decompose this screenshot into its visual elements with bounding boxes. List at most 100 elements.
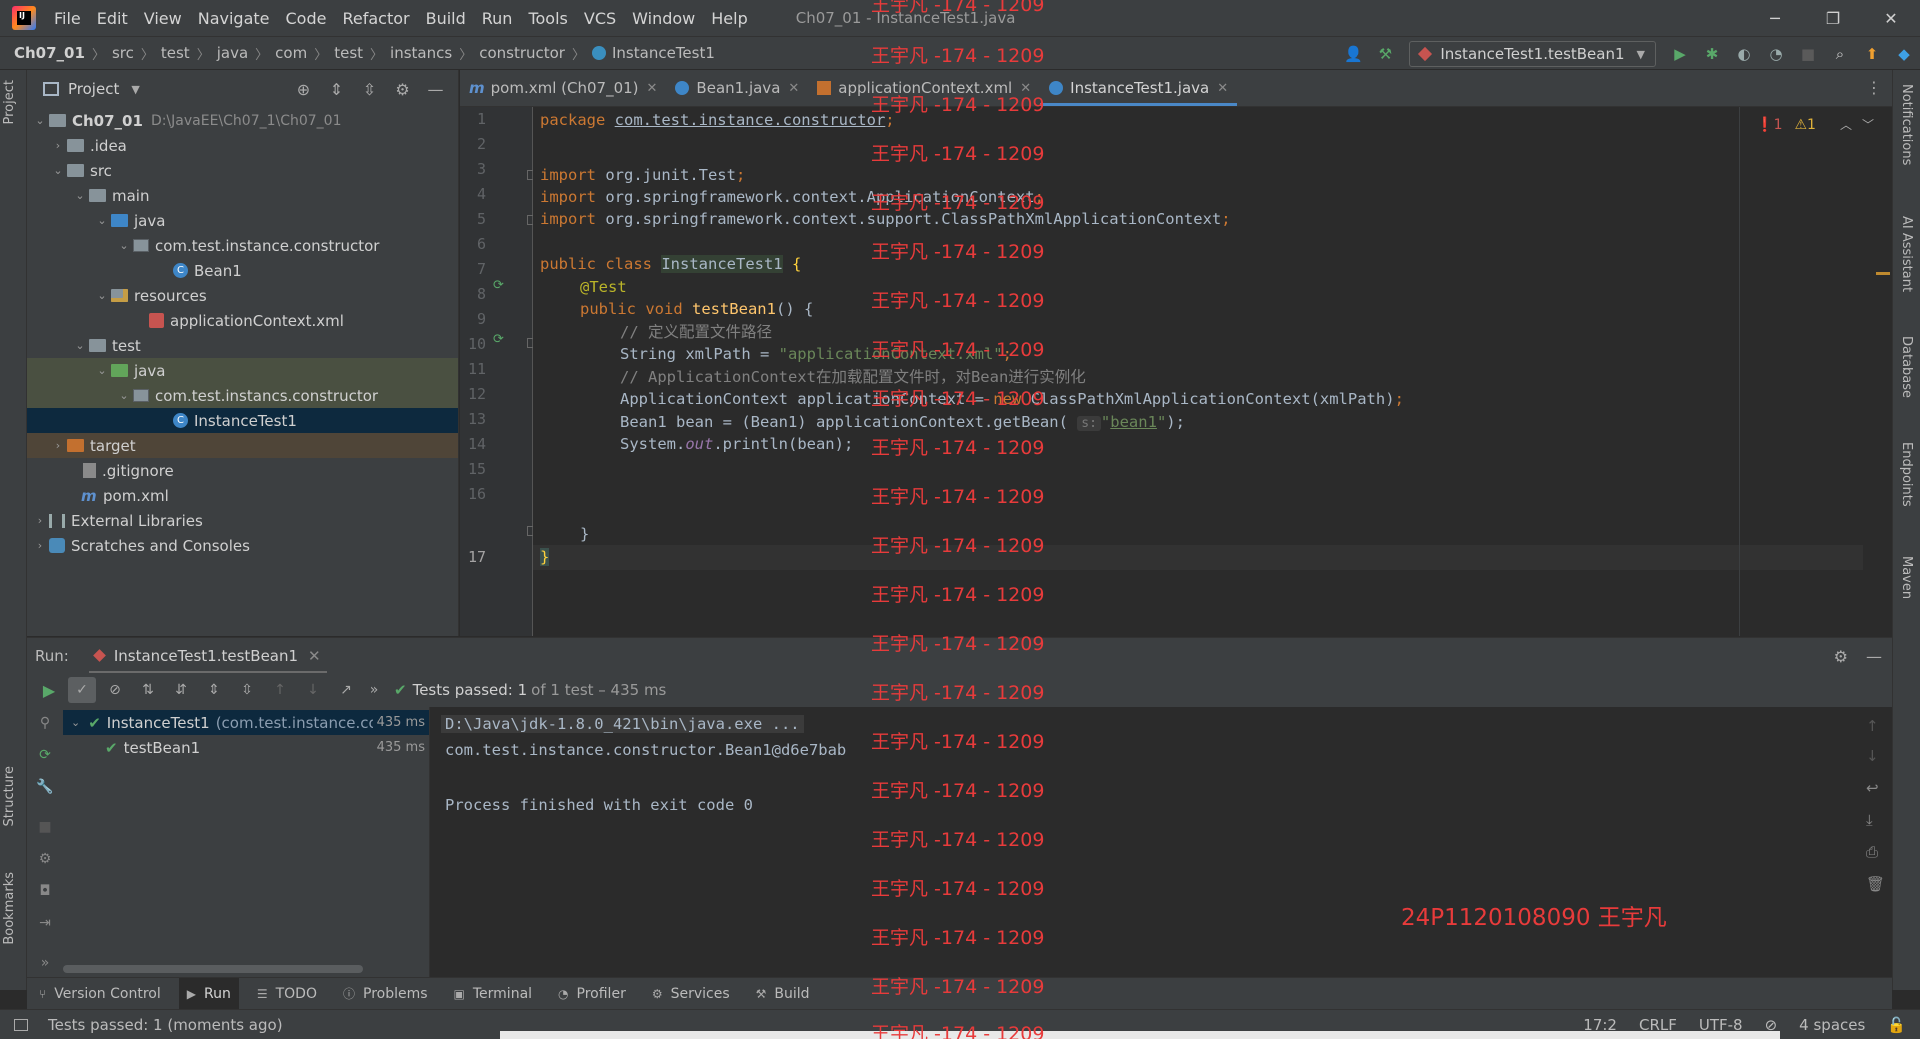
lock-icon[interactable]: 🔓 [1887, 1016, 1906, 1034]
structure-tool-tab[interactable]: Structure [2, 766, 17, 826]
stop-icon[interactable]: ■ [1794, 40, 1822, 68]
breadcrumb-item[interactable]: constructor [479, 44, 565, 62]
breadcrumb-item[interactable]: com [275, 44, 307, 62]
locate-icon[interactable]: ⊕ [287, 80, 320, 99]
tool-version-control[interactable]: ⑂ Version Control [39, 978, 161, 1010]
menu-view[interactable]: View [144, 9, 182, 28]
menu-build[interactable]: Build [426, 9, 466, 28]
more-icon[interactable]: » [36, 955, 54, 973]
tool-build[interactable]: ⚒ Build [756, 978, 810, 1010]
expand-all-icon[interactable]: ⇕ [200, 677, 228, 703]
tree-item-main-java[interactable]: ⌄ java [27, 208, 458, 233]
menu-tools[interactable]: Tools [528, 9, 567, 28]
breadcrumb-item[interactable]: InstanceTest1 [612, 44, 715, 62]
debug-icon[interactable]: ✱ [1698, 40, 1726, 68]
status-message[interactable]: Tests passed: 1 (moments ago) [48, 1016, 283, 1034]
breadcrumb-item[interactable]: instancs [390, 44, 452, 62]
menu-help[interactable]: Help [711, 9, 747, 28]
trash-icon[interactable]: 🗑 [1866, 875, 1885, 893]
tree-item-scratches[interactable]: › Scratches and Consoles [27, 533, 458, 558]
scrollbar-warning-marker[interactable] [1876, 272, 1890, 275]
arrow-down-icon[interactable]: ↓ [1866, 747, 1879, 765]
user-icon[interactable]: 👤 [1339, 40, 1367, 68]
endpoints-tool-tab[interactable]: Endpoints [1899, 442, 1914, 507]
arrow-down-icon[interactable]: ↓ [299, 677, 327, 703]
menu-edit[interactable]: Edit [97, 9, 128, 28]
profile-icon[interactable]: ◔ [1762, 40, 1790, 68]
pin-icon[interactable]: ⚲ [36, 715, 54, 733]
tree-item-target[interactable]: › target [27, 433, 458, 458]
menu-vcs[interactable]: VCS [584, 9, 616, 28]
more-vertical-icon[interactable]: ⋮ [1866, 78, 1882, 97]
print-icon[interactable]: ⎙ [1866, 843, 1878, 861]
run-test-class-icon[interactable]: ⟳ [493, 278, 509, 294]
expand-all-icon[interactable]: ⇕ [320, 80, 353, 99]
restore-button[interactable]: ❐ [1804, 0, 1862, 36]
code-editor[interactable]: package com.test.instance.constructor; i… [533, 107, 1863, 636]
jetbrains-ai-icon[interactable]: ◆ [1890, 40, 1918, 68]
menu-code[interactable]: Code [286, 9, 327, 28]
chevron-down-icon[interactable]: ▼ [131, 83, 139, 96]
menu-file[interactable]: File [54, 9, 81, 28]
wrench-icon[interactable]: 🔧 [36, 779, 54, 797]
maven-tool-tab[interactable]: Maven [1899, 556, 1914, 599]
soft-wrap-icon[interactable]: ↩ [1866, 779, 1879, 797]
search-icon[interactable]: ⌕ [1826, 40, 1854, 68]
tree-item-test-java[interactable]: ⌄ java [27, 358, 458, 383]
arrow-up-icon[interactable]: ↑ [266, 677, 294, 703]
console-output[interactable]: D:\Java\jdk-1.8.0_421\bin\java.exe ... c… [430, 707, 1855, 977]
panel-toggle-icon[interactable] [14, 1019, 28, 1031]
indent-setting[interactable]: 4 spaces [1799, 1016, 1865, 1034]
horizontal-scrollbar[interactable] [63, 965, 363, 973]
tree-item-root[interactable]: ⌄ Ch07_01 D:\JavaEE\Ch07_1\Ch07_01 [27, 108, 458, 133]
close-window-button[interactable]: ✕ [1862, 0, 1920, 36]
scroll-to-end-icon[interactable]: ⤓ [1866, 811, 1873, 829]
menu-refactor[interactable]: Refactor [342, 9, 409, 28]
settings-icon[interactable]: ⚙ [36, 851, 54, 869]
gear-icon[interactable]: ⚙ [1834, 647, 1848, 666]
tree-item-idea[interactable]: › .idea [27, 133, 458, 158]
exit-icon[interactable]: ⇥ [36, 915, 54, 933]
show-passed-icon[interactable]: ✓ [68, 677, 96, 703]
tree-item-main[interactable]: ⌄ main [27, 183, 458, 208]
chevron-up-icon[interactable]: ︿ [1840, 116, 1852, 133]
tree-item-main-package[interactable]: ⌄ com.test.instance.constructor [27, 233, 458, 258]
rerun-failed-icon[interactable]: ⟳ [36, 747, 54, 765]
bookmarks-tool-tab[interactable]: Bookmarks [2, 872, 17, 945]
sort-alpha-icon[interactable]: ⇅ [134, 677, 162, 703]
arrow-up-icon[interactable]: ↑ [1866, 717, 1879, 735]
hide-icon[interactable]: — [1866, 647, 1882, 666]
menu-window[interactable]: Window [632, 9, 695, 28]
tab-application-context-xml[interactable]: applicationContext.xml ✕ [808, 70, 1040, 106]
show-ignored-icon[interactable]: ⊘ [101, 677, 129, 703]
tree-item-external-libraries[interactable]: › External Libraries [27, 508, 458, 533]
tool-terminal[interactable]: ▣ Terminal [454, 978, 533, 1010]
gear-icon[interactable]: ⚙ [386, 80, 419, 99]
breadcrumb-item[interactable]: java [217, 44, 248, 62]
menu-navigate[interactable]: Navigate [198, 9, 270, 28]
tool-services[interactable]: ⚙ Services [652, 978, 730, 1010]
breadcrumb-item[interactable]: test [161, 44, 190, 62]
collapse-all-icon[interactable]: ⇳ [233, 677, 261, 703]
tool-todo[interactable]: ☰ TODO [257, 978, 317, 1010]
update-icon[interactable]: ⬆ [1858, 40, 1886, 68]
close-icon[interactable]: ✕ [308, 647, 321, 665]
breadcrumb-item[interactable]: src [112, 44, 134, 62]
run-tab[interactable]: InstanceTest1.testBean1 ✕ [88, 638, 327, 674]
tree-item-gitignore[interactable]: .gitignore [27, 458, 458, 483]
tree-item-bean1[interactable]: C Bean1 [27, 258, 458, 283]
tree-item-application-context[interactable]: applicationContext.xml [27, 308, 458, 333]
minimize-button[interactable]: ─ [1746, 0, 1804, 36]
chevron-down-icon[interactable]: ﹀ [1862, 116, 1874, 133]
project-tool-tab[interactable]: Project [2, 80, 17, 124]
tool-problems[interactable]: ⓘ Problems [343, 978, 428, 1010]
export-results-icon[interactable]: ↗ [332, 677, 360, 703]
tree-item-src[interactable]: ⌄ src [27, 158, 458, 183]
tab-bean1-java[interactable]: Bean1.java ✕ [666, 70, 808, 106]
tab-pom-xml[interactable]: m pom.xml (Ch07_01) ✕ [460, 70, 666, 106]
run-configuration-select[interactable]: InstanceTest1.testBean1 ▼ [1409, 41, 1656, 67]
close-icon[interactable]: ✕ [647, 81, 658, 96]
build-hammer-icon[interactable]: ⚒ [1371, 40, 1399, 68]
breadcrumb-item[interactable]: Ch07_01 [14, 44, 85, 62]
hide-icon[interactable]: — [419, 80, 452, 99]
